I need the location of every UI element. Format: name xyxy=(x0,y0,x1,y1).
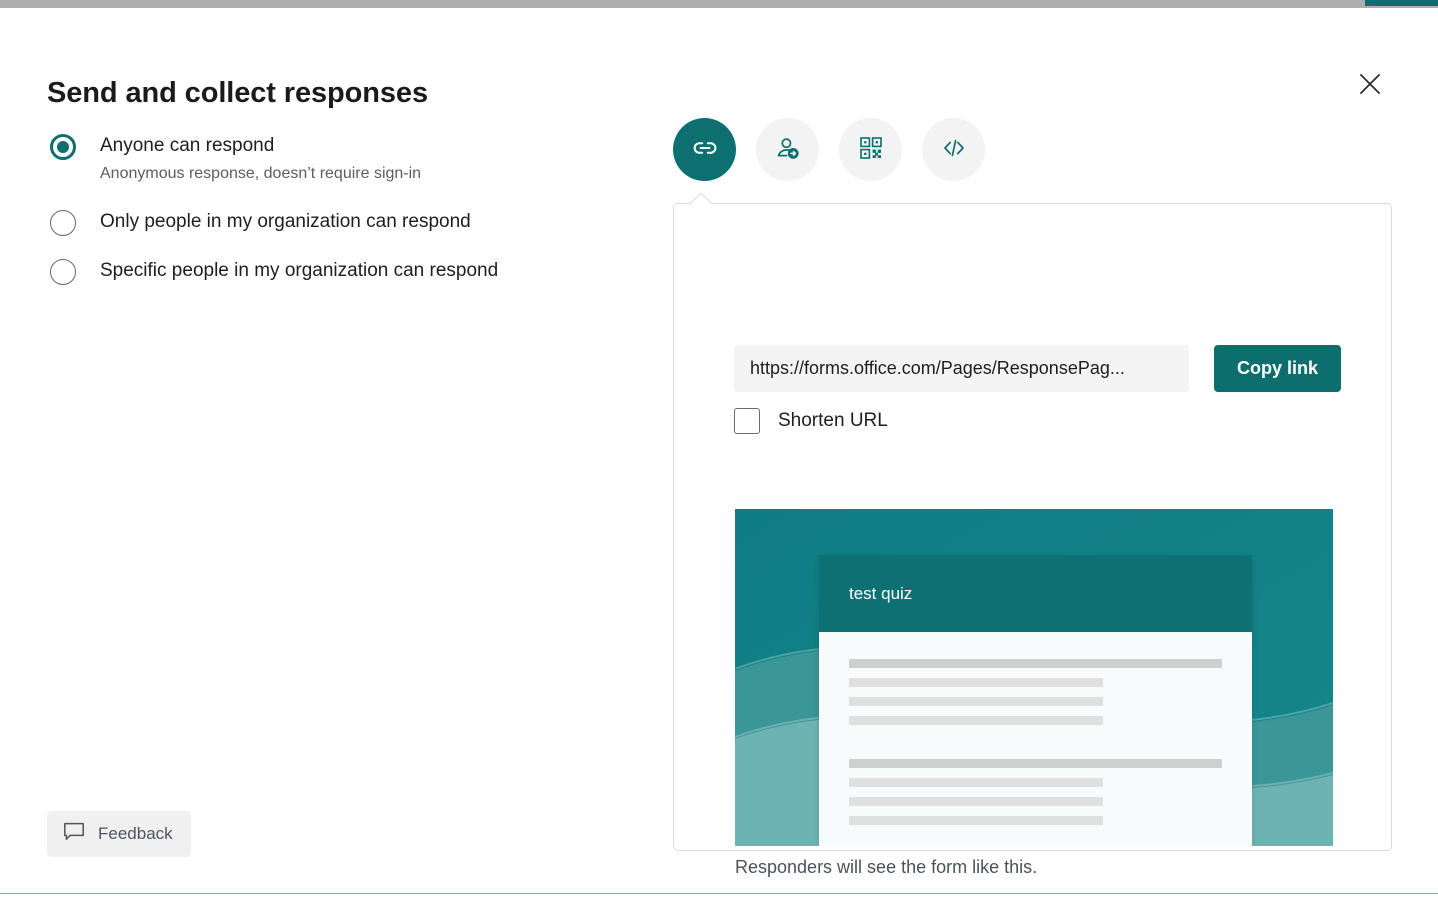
shorten-url-checkbox[interactable] xyxy=(734,408,760,434)
share-method-tabs xyxy=(673,118,985,181)
speech-bubble-icon xyxy=(63,822,85,846)
skeleton-bar xyxy=(849,797,1103,806)
feedback-label: Feedback xyxy=(98,824,173,844)
preview-form-title: test quiz xyxy=(849,584,912,604)
tab-embed-code[interactable] xyxy=(922,118,985,181)
close-icon xyxy=(1359,73,1381,95)
window-scroll-thumb[interactable] xyxy=(1365,0,1438,6)
close-dialog-button[interactable] xyxy=(1348,63,1392,105)
shorten-url-label: Shorten URL xyxy=(778,410,888,432)
code-embed-icon xyxy=(940,134,968,165)
share-link-panel: Copy link Shorten URL xyxy=(673,203,1392,851)
tab-share-link[interactable] xyxy=(673,118,736,181)
preview-form-card: test quiz xyxy=(819,555,1252,846)
preview-caption: Responders will see the form like this. xyxy=(735,857,1037,878)
share-options-column: Copy link Shorten URL xyxy=(673,118,985,181)
skeleton-bar xyxy=(849,697,1103,706)
radio-label-specific-people: Specific people in my organization can r… xyxy=(100,257,607,285)
qr-code-icon xyxy=(857,134,885,165)
skeleton-bar xyxy=(849,778,1103,787)
page-title: Send and collect responses xyxy=(47,77,428,110)
radio-sublabel-anyone: Anonymous response, doesn’t require sign… xyxy=(100,161,607,187)
radio-indicator-only-org[interactable] xyxy=(50,210,76,236)
preview-form-header: test quiz xyxy=(819,555,1252,632)
radio-label-only-org: Only people in my organization can respo… xyxy=(100,208,607,236)
skeleton-bar xyxy=(849,659,1222,668)
person-share-icon xyxy=(774,134,802,165)
skeleton-bar xyxy=(849,716,1103,725)
tab-invite-people[interactable] xyxy=(756,118,819,181)
shorten-url-row[interactable]: Shorten URL xyxy=(734,408,888,434)
feedback-button[interactable]: Feedback xyxy=(47,811,191,857)
form-preview-thumbnail: test quiz xyxy=(735,509,1333,846)
skeleton-bar xyxy=(849,816,1103,825)
radio-indicator-specific-people[interactable] xyxy=(50,259,76,285)
radio-option-anyone-can-respond[interactable]: Anyone can respond Anonymous response, d… xyxy=(47,132,607,187)
link-icon xyxy=(691,134,719,165)
radio-label-anyone: Anyone can respond xyxy=(100,132,607,160)
preview-skeleton-content xyxy=(819,632,1252,825)
radio-option-only-my-organization[interactable]: Only people in my organization can respo… xyxy=(47,208,607,236)
tab-qr-code[interactable] xyxy=(839,118,902,181)
panel-pointer xyxy=(690,193,712,205)
skeleton-bar xyxy=(849,759,1222,768)
radio-indicator-anyone[interactable] xyxy=(50,134,76,160)
window-scroll-track[interactable] xyxy=(0,0,1438,8)
link-row: Copy link xyxy=(734,345,1341,392)
skeleton-bar xyxy=(849,678,1103,687)
copy-link-button[interactable]: Copy link xyxy=(1214,345,1341,392)
dialog-bottom-divider xyxy=(0,893,1438,894)
form-link-input[interactable] xyxy=(734,345,1189,392)
radio-option-specific-people[interactable]: Specific people in my organization can r… xyxy=(47,257,607,285)
send-collect-responses-dialog: Send and collect responses Anyone can re… xyxy=(0,8,1438,886)
audience-options-group: Anyone can respond Anonymous response, d… xyxy=(47,132,607,289)
